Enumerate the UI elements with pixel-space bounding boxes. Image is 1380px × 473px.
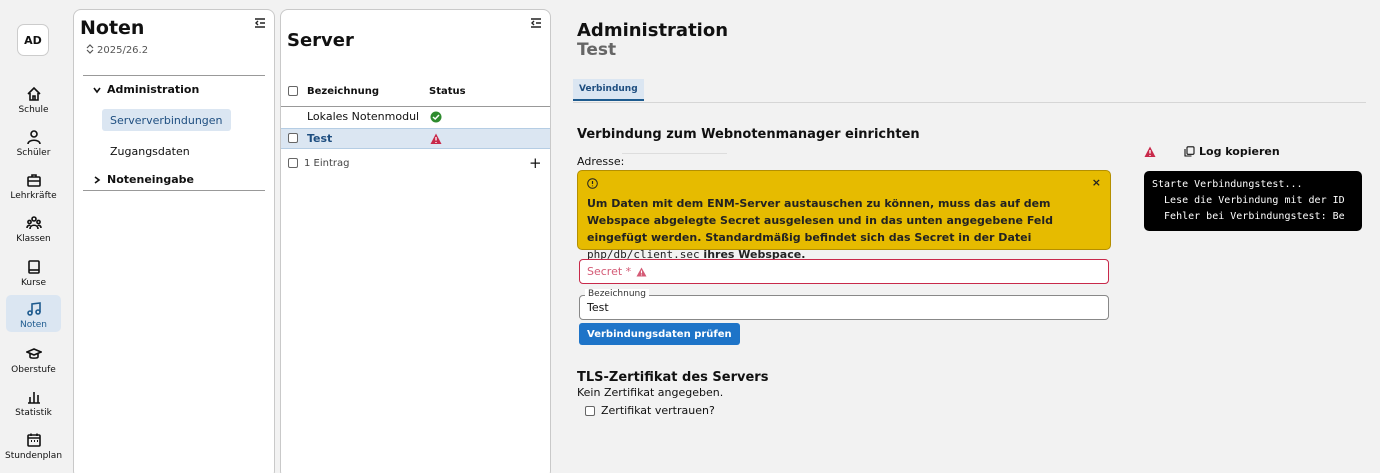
column-header-bezeichnung[interactable]: Bezeichnung <box>307 86 379 97</box>
tab-bar: Verbindung <box>573 79 1366 103</box>
noten-panel: Noten 2025/26.2 Administration Serverver… <box>73 9 275 473</box>
tree-item-serververbindungen[interactable]: Serververbindungen <box>102 109 231 131</box>
row-checkbox[interactable] <box>288 133 298 143</box>
section-title-tls: TLS-Zertifikat des Servers <box>577 370 769 385</box>
table-header: Bezeichnung Status <box>281 84 550 107</box>
panel-title: Noten <box>80 17 145 39</box>
row-name: Lokales Notenmodul <box>307 110 420 123</box>
warning-text: Um Daten mit dem ENM-Server austauschen … <box>587 195 1092 263</box>
nav-label: Stundenplan <box>4 451 63 461</box>
user-icon <box>26 130 41 145</box>
chevron-right-icon <box>94 175 101 184</box>
bezeichnung-value: Test <box>587 301 609 314</box>
home-icon <box>26 86 41 101</box>
nav-item-klassen[interactable]: Klassen <box>6 213 61 251</box>
tls-status-text: Kein Zertifikat angegeben. <box>577 386 724 399</box>
tree-node-administration[interactable]: Administration <box>93 83 199 96</box>
footer-checkbox[interactable] <box>288 158 298 168</box>
chevron-up-down-icon <box>86 44 94 57</box>
log-line: Fehler bei Verbindungstest: Be <box>1152 211 1345 222</box>
select-all-checkbox[interactable] <box>288 86 298 96</box>
trust-certificate-checkbox[interactable] <box>585 405 595 416</box>
warning-triangle-icon <box>1144 146 1156 157</box>
tree-item-label: Zugangsdaten <box>110 144 190 158</box>
success-check-icon <box>430 111 442 123</box>
tree-node-label: Noteneingabe <box>107 173 195 186</box>
warning-banner: × Um Daten mit dem ENM-Server austausche… <box>577 170 1111 261</box>
info-icon <box>587 178 598 189</box>
nav-label: Lehrkräfte <box>10 191 57 201</box>
secret-input[interactable]: Secret * <box>579 259 1109 284</box>
nav-label: Kurse <box>20 278 47 288</box>
page-title: Administration <box>577 20 729 41</box>
nav-label: Klassen <box>16 234 51 244</box>
column-header-status[interactable]: Status <box>429 86 466 97</box>
bezeichnung-label: Bezeichnung <box>585 289 649 299</box>
briefcase-icon <box>26 174 41 187</box>
graduation-cap-icon <box>25 348 42 359</box>
nav-label: Schüler <box>16 148 51 158</box>
warning-triangle-icon <box>430 133 442 145</box>
divider <box>83 75 265 76</box>
address-label: Adresse: <box>577 155 625 168</box>
nav-item-lehrkraefte[interactable]: Lehrkräfte <box>6 170 61 208</box>
table-row-selected[interactable]: Test <box>281 128 550 149</box>
tab-verbindung[interactable]: Verbindung <box>573 79 644 101</box>
nav-item-kurse[interactable]: Kurse <box>6 257 61 295</box>
warning-triangle-icon <box>636 266 647 277</box>
calendar-icon <box>26 433 41 447</box>
secret-placeholder-text: Secret * <box>587 265 632 278</box>
log-header: Log kopieren <box>1144 145 1280 158</box>
tree-node-noteneingabe[interactable]: Noteneingabe <box>93 173 194 186</box>
log-line: Lese die Verbindung mit der ID <box>1152 195 1345 206</box>
copy-icon <box>1184 146 1195 157</box>
school-year-label: 2025/26.2 <box>97 45 149 56</box>
section-title-verbindung: Verbindung zum Webnotenmanager einrichte… <box>577 127 920 142</box>
entry-count: 1 Eintrag <box>304 158 350 169</box>
nav-label: Oberstufe <box>11 365 56 375</box>
nav-item-stundenplan[interactable]: Stundenplan <box>4 430 63 468</box>
nav-item-schueler[interactable]: Schüler <box>6 127 61 165</box>
nav-item-oberstufe[interactable]: Oberstufe <box>6 344 61 382</box>
book-icon <box>27 260 40 274</box>
panel-title: Server <box>287 30 354 51</box>
chevron-down-icon <box>93 87 101 93</box>
address-field-line[interactable] <box>622 153 727 154</box>
avatar[interactable]: AD <box>17 24 49 56</box>
warning-text-before: Um Daten mit dem ENM-Server austauschen … <box>587 197 1053 244</box>
main-navigation: AD Schule Schüler Lehrkräfte Klassen Kur… <box>0 0 67 473</box>
tree-item-label: Serververbindungen <box>110 113 223 127</box>
nav-item-schule[interactable]: Schule <box>6 84 61 122</box>
close-icon[interactable]: × <box>1092 176 1101 189</box>
copy-log-button[interactable]: Log kopieren <box>1199 145 1280 158</box>
server-panel: Server Bezeichnung Status Lokales Notenm… <box>280 9 551 473</box>
bar-chart-icon <box>27 392 40 404</box>
music-note-icon <box>26 302 41 316</box>
tree-node-label: Administration <box>107 83 200 96</box>
nav-label: Noten <box>19 320 47 330</box>
trust-certificate-label: Zertifikat vertrauen? <box>601 404 715 417</box>
nav-item-noten[interactable]: Noten <box>6 295 61 332</box>
collapse-sidebar-icon[interactable] <box>254 17 266 28</box>
group-icon <box>25 216 42 230</box>
page-subtitle: Test <box>577 40 617 60</box>
log-line: Starte Verbindungstest... <box>1152 179 1303 190</box>
trust-certificate-option[interactable]: Zertifikat vertrauen? <box>585 404 715 417</box>
nav-label: Statistik <box>15 408 52 418</box>
table-row[interactable]: Lokales Notenmodul <box>281 107 550 128</box>
add-button[interactable]: + <box>529 154 542 172</box>
table-footer: 1 Eintrag + <box>281 154 550 173</box>
secret-placeholder: Secret * <box>587 265 647 278</box>
divider <box>83 190 265 191</box>
check-connection-button[interactable]: Verbindungsdaten prüfen <box>579 323 740 345</box>
bezeichnung-input[interactable]: Bezeichnung Test <box>579 289 1109 320</box>
tree-item-zugangsdaten[interactable]: Zugangsdaten <box>102 140 198 162</box>
row-name: Test <box>307 132 333 145</box>
school-year-selector[interactable]: 2025/26.2 <box>86 44 148 57</box>
nav-label: Schule <box>18 105 49 115</box>
log-output: Starte Verbindungstest... Lese die Verbi… <box>1144 171 1362 231</box>
collapse-list-icon[interactable] <box>530 17 542 28</box>
nav-item-statistik[interactable]: Statistik <box>6 387 61 425</box>
